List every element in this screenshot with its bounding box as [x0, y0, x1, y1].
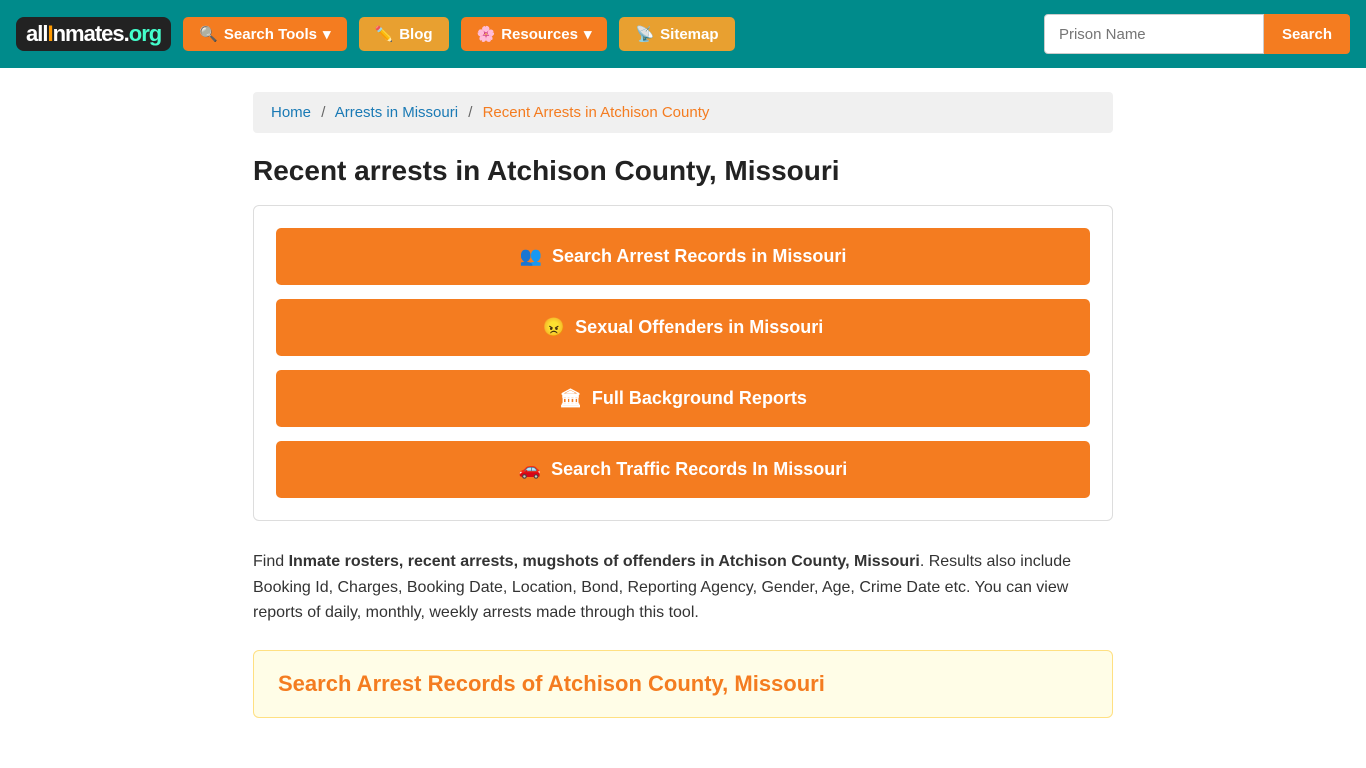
sexual-offenders-label: Sexual Offenders in Missouri	[575, 317, 823, 338]
blog-icon: ✏️	[375, 25, 394, 43]
chevron-down-icon-resources: ▾	[584, 25, 592, 43]
search-records-title: Search Arrest Records of Atchison County…	[278, 671, 1088, 697]
logo-all: all	[26, 21, 47, 46]
nav-sitemap-label: Sitemap	[660, 26, 718, 43]
chevron-down-icon: ▾	[323, 25, 331, 43]
site-header: allInmates.org 🔍 Search Tools ▾ ✏️ Blog …	[0, 0, 1366, 68]
background-reports-button[interactable]: 🏛 Full Background Reports	[276, 370, 1090, 427]
nav-sitemap[interactable]: 📡 Sitemap	[619, 17, 734, 51]
breadcrumb-current: Recent Arrests in Atchison County	[483, 104, 710, 121]
sexual-offenders-button[interactable]: 😠 Sexual Offenders in Missouri	[276, 299, 1090, 356]
action-button-card: 👥 Search Arrest Records in Missouri 😠 Se…	[253, 205, 1113, 521]
description-bold: Inmate rosters, recent arrests, mugshots…	[289, 553, 920, 570]
people-icon: 👥	[520, 246, 542, 267]
page-description: Find Inmate rosters, recent arrests, mug…	[253, 549, 1113, 626]
breadcrumb-sep-1: /	[321, 104, 325, 121]
building-icon: 🏛	[559, 388, 582, 409]
search-arrest-button[interactable]: 👥 Search Arrest Records in Missouri	[276, 228, 1090, 285]
search-tools-icon: 🔍	[199, 25, 218, 43]
breadcrumb: Home / Arrests in Missouri / Recent Arre…	[253, 92, 1113, 133]
main-content: Home / Arrests in Missouri / Recent Arre…	[233, 68, 1133, 742]
traffic-records-label: Search Traffic Records In Missouri	[551, 459, 847, 480]
prison-search-input[interactable]	[1044, 14, 1264, 54]
prison-search-button-label: Search	[1282, 26, 1332, 43]
background-reports-label: Full Background Reports	[592, 388, 807, 409]
search-records-section: Search Arrest Records of Atchison County…	[253, 650, 1113, 718]
car-icon: 🚗	[519, 459, 541, 480]
nav-blog-label: Blog	[399, 26, 432, 43]
header-search-box: Search	[1044, 14, 1350, 54]
traffic-records-button[interactable]: 🚗 Search Traffic Records In Missouri	[276, 441, 1090, 498]
nav-search-tools[interactable]: 🔍 Search Tools ▾	[183, 17, 346, 51]
nav-blog[interactable]: ✏️ Blog	[359, 17, 449, 51]
offender-icon: 😠	[543, 317, 565, 338]
site-logo[interactable]: allInmates.org	[16, 17, 171, 51]
nav-resources-label: Resources	[501, 26, 578, 43]
breadcrumb-home[interactable]: Home	[271, 104, 311, 121]
breadcrumb-sep-2: /	[468, 104, 472, 121]
description-find: Find	[253, 553, 289, 570]
nav-resources[interactable]: 🌸 Resources ▾	[461, 17, 608, 51]
search-arrest-label: Search Arrest Records in Missouri	[552, 246, 846, 267]
breadcrumb-arrests-missouri[interactable]: Arrests in Missouri	[335, 104, 458, 121]
nav-search-tools-label: Search Tools	[224, 26, 317, 43]
sitemap-icon: 📡	[635, 25, 654, 43]
page-title: Recent arrests in Atchison County, Misso…	[253, 155, 1113, 187]
resources-icon: 🌸	[477, 25, 496, 43]
prison-search-button[interactable]: Search	[1264, 14, 1350, 54]
